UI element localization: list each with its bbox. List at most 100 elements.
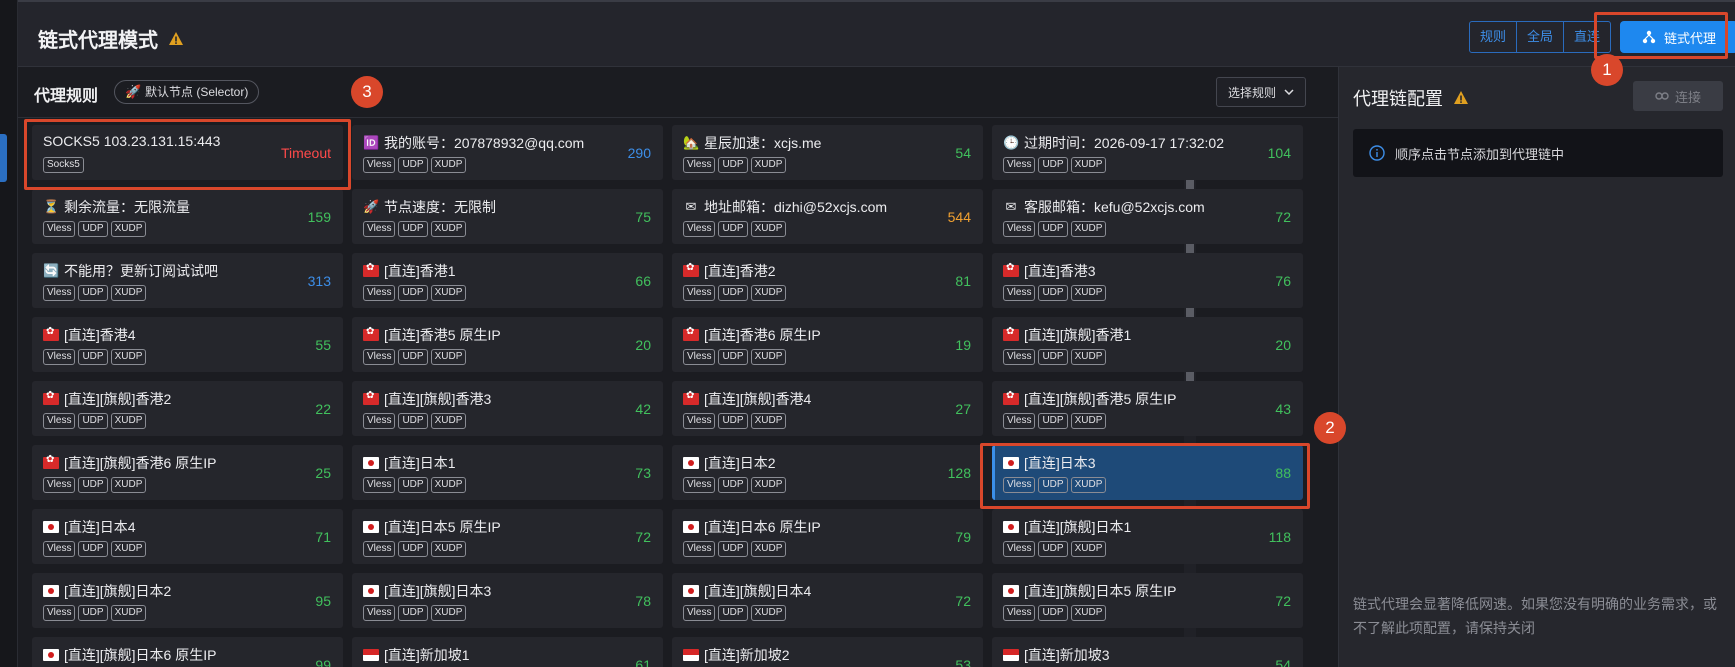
proxy-node-card[interactable]: [直连][旗舰]香港4 VlessUDPXUDP 27	[672, 381, 983, 436]
hk-flag-icon	[43, 326, 59, 341]
node-latency: 313	[307, 273, 331, 289]
protocol-tag: UDP	[1038, 221, 1068, 237]
proxy-node-card[interactable]: [直连][旗舰]香港3 VlessUDPXUDP 42	[352, 381, 663, 436]
proxy-node-card[interactable]: [直连][旗舰]日本1 Vless UDP XUDP 118	[992, 509, 1303, 564]
proxy-node-card[interactable]: [直连]新加坡3VlessUDPXUDP54	[992, 637, 1303, 667]
proxy-node-card[interactable]: SOCKS5 103.23.131.15:443 Socks5 Timeout	[32, 125, 343, 180]
protocol-tag: XUDP	[430, 605, 467, 621]
proxy-node-card[interactable]: [直连]香港6 原生IP VlessUDPXUDP 19	[672, 317, 983, 372]
proxy-node-card[interactable]: 🕒 过期时间：2026-09-17 17:32:02 Vless UDP XUDP 104	[992, 125, 1303, 180]
hk-flag-icon	[363, 262, 379, 277]
node-tags: Vless UDP XUDP	[1003, 477, 1107, 493]
proxy-node-card[interactable]: 🚀 节点速度：无限制 Vless UDP XUDP 75	[352, 189, 663, 244]
proxy-node-card[interactable]: ✉ 客服邮箱：kefu@52xcjs.com Vless UDP XUDP 72	[992, 189, 1303, 244]
node-name: [直连][旗舰]香港4	[683, 389, 811, 409]
proxy-node-card[interactable]: [直连][旗舰]日本6 原生IPVlessUDPXUDP99	[32, 637, 343, 667]
proxy-node-card[interactable]: ⏳ 剩余流量：无限流量 Vless UDP XUDP 159	[32, 189, 343, 244]
jp-flag-icon	[1003, 521, 1019, 533]
refresh-icon: 🔄	[43, 263, 60, 278]
chain-config-title: 代理链配置	[1353, 85, 1469, 111]
proxy-node-card[interactable]: [直连][旗舰]日本5 原生IP Vless UDP XUDP 72	[992, 573, 1303, 628]
proxy-node-card[interactable]: [直连][旗舰]日本4 Vless UDP XUDP 72	[672, 573, 983, 628]
default-node-selector[interactable]: 🚀 默认节点 (Selector)	[114, 80, 260, 104]
proxy-node-card[interactable]: [直连][旗舰]日本3 Vless UDP XUDP 78	[352, 573, 663, 628]
rocket-icon: 🚀	[125, 84, 142, 99]
protocol-tag: Vless	[363, 541, 396, 557]
node-tags: Vless UDP XUDP	[363, 349, 467, 365]
connect-button[interactable]: 连接	[1633, 81, 1723, 111]
proxy-node-card[interactable]: [直连]香港5 原生IP VlessUDPXUDP 20	[352, 317, 663, 372]
proxy-node-card[interactable]: [直连]日本6 原生IP Vless UDP XUDP 79	[672, 509, 983, 564]
proxy-node-card[interactable]: [直连]日本4 Vless UDP XUDP 71	[32, 509, 343, 564]
proxy-node-card[interactable]: [直连]香港1 VlessUDPXUDP 66	[352, 253, 663, 308]
protocol-tag: UDP	[718, 413, 748, 429]
hk-flag-icon	[1003, 262, 1019, 277]
protocol-tag: Vless	[1003, 541, 1036, 557]
protocol-tag: XUDP	[1070, 477, 1107, 493]
node-name: [直连]日本6 原生IP	[683, 517, 821, 537]
proxy-node-card[interactable]: 🆔 我的账号：207878932@qq.com Vless UDP XUDP 290	[352, 125, 663, 180]
protocol-tag: XUDP	[750, 605, 787, 621]
proxy-node-card[interactable]: [直连]日本2 Vless UDP XUDP 128	[672, 445, 983, 500]
node-latency: 75	[635, 209, 651, 225]
proxy-node-card[interactable]: [直连][旗舰]香港2 VlessUDPXUDP 22	[32, 381, 343, 436]
protocol-tag: XUDP	[430, 477, 467, 493]
proxy-node-card[interactable]: [直连]香港2 VlessUDPXUDP 81	[672, 253, 983, 308]
node-tags: Vless UDP XUDP	[683, 221, 787, 237]
chain-proxy-button[interactable]: 链式代理	[1620, 21, 1735, 53]
proxy-node-grid: SOCKS5 103.23.131.15:443 Socks5 Timeout 🆔 我的…	[32, 125, 1318, 667]
proxy-node-card[interactable]: [直连]香港3 VlessUDPXUDP 76	[992, 253, 1303, 308]
proxy-node-card[interactable]: [直连]香港4 VlessUDPXUDP 55	[32, 317, 343, 372]
protocol-tag: XUDP	[430, 413, 467, 429]
info-icon	[1369, 145, 1385, 161]
node-latency: 79	[955, 529, 971, 545]
protocol-tag: Vless	[683, 477, 716, 493]
protocol-tag: Vless	[363, 221, 396, 237]
protocol-tag: Vless	[1003, 221, 1036, 237]
node-tags: Vless UDP XUDP	[683, 605, 787, 621]
protocol-tag: XUDP	[110, 541, 147, 557]
node-tags: Vless UDP XUDP	[1003, 221, 1107, 237]
proxy-node-card[interactable]: [直连][旗舰]香港6 原生IP VlessUDPXUDP 25	[32, 445, 343, 500]
proxy-node-card[interactable]: [直连]新加坡1VlessUDPXUDP61	[352, 637, 663, 667]
node-latency: 54	[955, 145, 971, 161]
proxy-node-card[interactable]: [直连][旗舰]香港1 VlessUDPXUDP 20	[992, 317, 1303, 372]
annotation-badge-3: 3	[351, 76, 383, 108]
node-tags: Vless UDP XUDP	[363, 541, 467, 557]
proxy-node-card[interactable]: [直连][旗舰]日本2 Vless UDP XUDP 95	[32, 573, 343, 628]
mode-direct-button[interactable]: 直连	[1564, 22, 1610, 52]
protocol-tag: XUDP	[1070, 349, 1107, 365]
protocol-tag: Vless	[43, 221, 76, 237]
hourglass-icon: ⏳	[43, 199, 60, 214]
proxy-node-card[interactable]: [直连]日本5 原生IP Vless UDP XUDP 72	[352, 509, 663, 564]
proxy-node-card[interactable]: [直连]日本1 Vless UDP XUDP 73	[352, 445, 663, 500]
proxy-node-card[interactable]: 🔄 不能用？更新订阅试试吧 Vless UDP XUDP 313	[32, 253, 343, 308]
protocol-tag: Vless	[1003, 477, 1036, 493]
jp-flag-icon	[43, 649, 59, 661]
jp-flag-icon	[683, 585, 699, 597]
node-tags: Vless UDP XUDP	[43, 605, 147, 621]
proxy-node-card[interactable]: [直连][旗舰]香港5 原生IP VlessUDPXUDP 43	[992, 381, 1303, 436]
proxy-node-card[interactable]: [直连]新加坡2VlessUDPXUDP53	[672, 637, 983, 667]
protocol-tag: UDP	[1038, 157, 1068, 173]
rule-select-dropdown[interactable]: 选择规则	[1216, 77, 1306, 107]
proxy-node-card[interactable]: ✉ 地址邮箱：dizhi@52xcjs.com Vless UDP XUDP 544	[672, 189, 983, 244]
protocol-tag: XUDP	[430, 221, 467, 237]
annotation-badge-2: 2	[1314, 412, 1346, 444]
proxy-node-card[interactable]: [直连]日本3 Vless UDP XUDP 88	[992, 445, 1303, 500]
protocol-tag: Vless	[43, 541, 76, 557]
protocol-tag: UDP	[1038, 349, 1068, 365]
protocol-tag: XUDP	[1070, 157, 1107, 173]
node-latency: 66	[635, 273, 651, 289]
node-tags: Vless UDP XUDP	[683, 477, 787, 493]
mode-rule-button[interactable]: 规则	[1470, 22, 1518, 52]
annotation-badge-1: 1	[1591, 54, 1623, 86]
id-card-icon: 🆔	[363, 135, 380, 150]
active-nav-indicator[interactable]	[0, 134, 7, 182]
node-name: [直连]香港1	[363, 261, 456, 281]
proxy-node-card[interactable]: 🏡 星辰加速：xcjs.me Vless UDP XUDP 54	[672, 125, 983, 180]
protocol-tag: Vless	[363, 477, 396, 493]
protocol-tag: XUDP	[110, 349, 147, 365]
node-name: [直连]日本3	[1003, 453, 1096, 473]
mode-global-button[interactable]: 全局	[1517, 22, 1565, 52]
